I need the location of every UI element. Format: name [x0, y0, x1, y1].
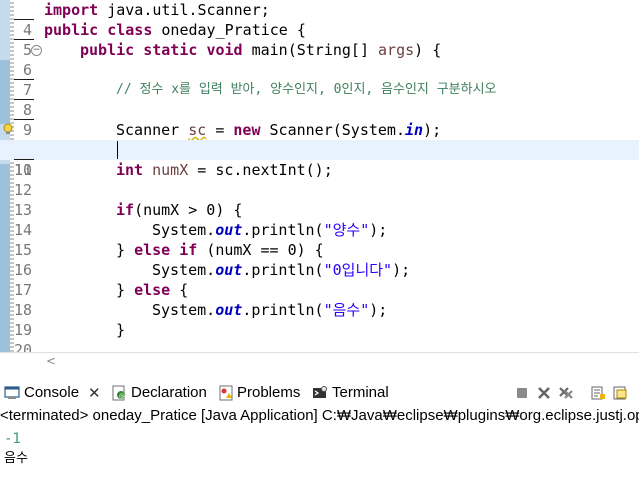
- close-icon[interactable]: ✕: [88, 381, 101, 405]
- code-text: System.: [152, 301, 216, 319]
- tab-declaration[interactable]: @ Declaration: [111, 381, 207, 405]
- keyword: int: [116, 161, 144, 179]
- code-text: System.: [152, 261, 216, 279]
- code-text: ) {: [414, 41, 442, 59]
- code-text: }: [116, 321, 126, 339]
- pin-console-icon[interactable]: [612, 385, 628, 401]
- declaration-icon: @: [112, 385, 125, 401]
- code-text: .println(: [242, 221, 324, 239]
- console-input-echo: -1: [4, 431, 21, 447]
- keyword: else: [134, 281, 171, 299]
- string-literal: "음수": [323, 301, 370, 319]
- static-field: out: [215, 301, 243, 319]
- static-field: out: [215, 221, 243, 239]
- code-line[interactable]: 12 int numX = sc.nextInt();: [0, 160, 639, 199]
- code-text: }: [116, 241, 126, 259]
- string-literal: "양수": [323, 221, 370, 239]
- code-text: {: [170, 281, 189, 299]
- code-text: }: [116, 281, 126, 299]
- console-icon: [4, 386, 20, 400]
- code-text: (numX > 0) {: [134, 201, 243, 219]
- static-field: out: [215, 261, 243, 279]
- collapse-fold-icon[interactable]: −: [31, 45, 42, 56]
- code-text: );: [423, 121, 442, 139]
- code-line[interactable]: 20 }: [0, 320, 639, 352]
- code-text: .println(: [242, 261, 324, 279]
- string-literal: "0입니다": [323, 261, 393, 279]
- tab-label: Declaration: [131, 384, 207, 401]
- keyword: else: [134, 241, 171, 259]
- keyword: import: [44, 1, 99, 19]
- code-text: Scanner: [116, 121, 189, 139]
- tab-label: Terminal: [332, 384, 389, 401]
- horizontal-scrollbar[interactable]: <: [0, 352, 639, 370]
- keyword: if: [179, 241, 198, 259]
- terminal-icon: [313, 386, 327, 399]
- code-text: =: [206, 121, 234, 139]
- keyword: public: [80, 41, 135, 59]
- code-text: System.: [152, 221, 216, 239]
- remove-launch-icon[interactable]: [536, 385, 552, 401]
- problems-icon: [219, 385, 233, 401]
- console-result-line: 음수: [4, 451, 28, 466]
- tab-problems[interactable]: Problems: [219, 381, 300, 405]
- code-text: oneday_Pratice {: [152, 21, 306, 39]
- terminate-icon[interactable]: [514, 385, 530, 401]
- remove-all-terminated-icon[interactable]: [558, 385, 574, 401]
- svg-text:@: @: [119, 393, 125, 400]
- code-line[interactable]: 8 // 정수 x를 입력 받아, 양수인지, 0인지, 음수인지 구분하시오: [0, 80, 639, 119]
- current-code-line[interactable]: 11: [0, 140, 639, 179]
- launch-status-label: <terminated> oneday_Pratice [Java Applic…: [0, 405, 639, 427]
- warning-lightbulb-icon[interactable]: [2, 123, 14, 135]
- code-line[interactable]: 17 System.out.println("0입니다");: [0, 260, 639, 299]
- static-field: in: [405, 121, 424, 139]
- code-line[interactable]: 18 } else {: [0, 280, 639, 319]
- scroll-left-icon[interactable]: <: [46, 353, 56, 370]
- scroll-lock-icon[interactable]: [590, 385, 606, 401]
- tab-console[interactable]: Console: [4, 381, 79, 405]
- code-line[interactable]: 7: [0, 60, 639, 99]
- code-editor[interactable]: 4 import java.util.Scanner; 5 public cla…: [0, 0, 639, 352]
- code-text: (numX == 0) {: [206, 241, 324, 259]
- variable: args: [378, 41, 415, 59]
- code-text: Scanner(System.: [260, 121, 405, 139]
- code-line[interactable]: 4 import java.util.Scanner;: [0, 0, 639, 39]
- code-line[interactable]: 15 System.out.println("양수");: [0, 220, 639, 259]
- warning-variable: sc: [188, 121, 207, 139]
- code-text: );: [369, 301, 388, 319]
- keyword: if: [116, 201, 135, 219]
- tab-label: Problems: [237, 384, 301, 401]
- tab-label: Console: [24, 384, 80, 401]
- code-text: .println(: [242, 301, 324, 319]
- keyword: public: [44, 21, 99, 39]
- code-line[interactable]: 19 System.out.println("음수");: [0, 300, 639, 339]
- keyword: void: [206, 41, 243, 59]
- code-line[interactable]: 13: [0, 180, 639, 219]
- code-text: main(String[]: [242, 41, 379, 59]
- scroll-track: [0, 353, 44, 370]
- code-line[interactable]: 6 − public static void main(String[] arg…: [0, 40, 639, 79]
- variable: numX: [152, 161, 189, 179]
- code-comment: // 정수 x를 입력 받아, 양수인지, 0인지, 음수인지 구분하시오: [116, 82, 497, 97]
- code-text: );: [392, 261, 411, 279]
- code-line[interactable]: 9: [0, 100, 639, 139]
- code-line[interactable]: 14 if(numX > 0) {: [0, 200, 639, 239]
- keyword: static: [143, 41, 198, 59]
- console-tab-bar: Console ✕ @ Declaration Problems Termina…: [0, 381, 639, 405]
- console-output[interactable]: -1 음수: [0, 427, 639, 483]
- code-text: java.util.Scanner;: [98, 1, 270, 19]
- panel-separator: [0, 370, 639, 381]
- code-text: );: [369, 221, 388, 239]
- code-line[interactable]: 21: [0, 340, 639, 352]
- code-line[interactable]: 5 public class oneday_Pratice {: [0, 20, 639, 59]
- tab-terminal[interactable]: Terminal: [312, 381, 389, 405]
- code-line[interactable]: 10 Scanner sc = new Scanner(System.in);: [0, 120, 639, 179]
- text-cursor: [117, 141, 118, 159]
- keyword: class: [107, 21, 153, 39]
- code-text: = sc.nextInt();: [188, 161, 333, 179]
- code-line[interactable]: 16 } else if (numX == 0) {: [0, 240, 639, 279]
- keyword: new: [233, 121, 261, 139]
